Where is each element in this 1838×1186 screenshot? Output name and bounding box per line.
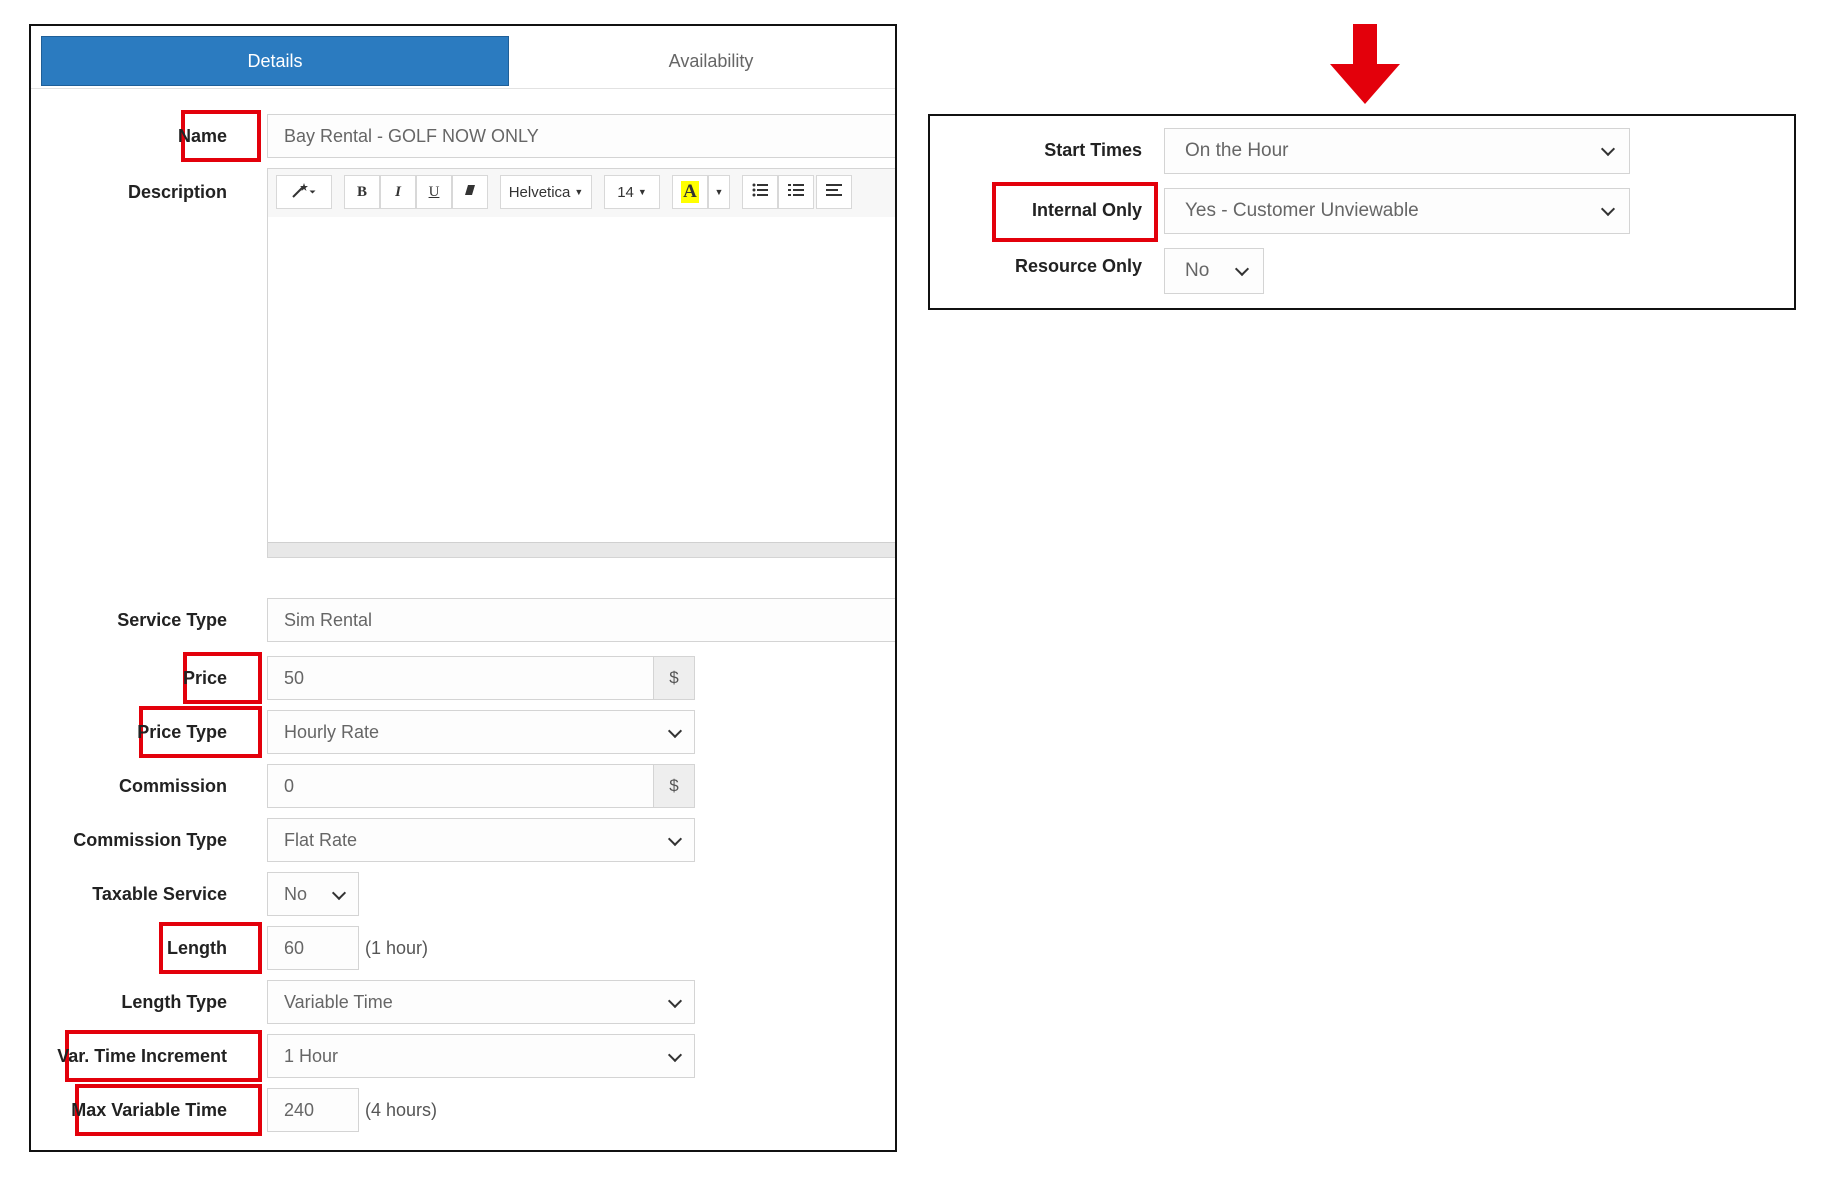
numbered-list-button[interactable]: [778, 175, 814, 209]
var-time-increment-select[interactable]: 1 Hour: [267, 1034, 695, 1078]
resource-only-label: Resource Only: [1014, 256, 1142, 276]
font-color-button[interactable]: A: [672, 175, 708, 209]
tab-details[interactable]: Details: [41, 36, 509, 86]
commission-input[interactable]: 0: [267, 764, 655, 808]
start-times-label: Start Times: [1044, 140, 1142, 160]
service-type-field[interactable]: Sim Rental: [267, 598, 895, 642]
description-editor: B I U Helvetica ▼ 14 ▼ A ▼: [267, 168, 895, 558]
var-time-increment-label: Var. Time Increment: [57, 1046, 227, 1066]
font-family-dropdown[interactable]: Helvetica ▼: [500, 175, 592, 209]
name-input[interactable]: Bay Rental - GOLF NOW ONLY: [267, 114, 895, 158]
align-icon: [826, 183, 842, 201]
commission-type-label: Commission Type: [73, 830, 227, 850]
taxable-service-label: Taxable Service: [92, 884, 227, 904]
magic-wand-icon: [291, 181, 317, 203]
price-label: Price: [182, 668, 227, 688]
caret-down-icon: ▼: [574, 187, 584, 197]
length-label: Length: [167, 938, 227, 958]
price-currency-addon: $: [653, 656, 695, 700]
length-note: (1 hour): [365, 938, 429, 958]
tab-availability[interactable]: Availability: [531, 36, 891, 86]
bullet-list-icon: [752, 183, 768, 201]
font-size-value: 14: [617, 183, 634, 201]
length-type-select[interactable]: Variable Time: [267, 980, 695, 1024]
name-label: Name: [177, 126, 227, 146]
clear-format-button[interactable]: [452, 175, 488, 209]
bullet-list-button[interactable]: [742, 175, 778, 209]
editor-resize-bar[interactable]: [268, 542, 895, 557]
commission-type-select[interactable]: Flat Rate: [267, 818, 695, 862]
font-size-dropdown[interactable]: 14 ▼: [604, 175, 660, 209]
down-arrow-icon: [1330, 24, 1400, 104]
max-variable-time-input[interactable]: 240: [267, 1088, 359, 1132]
price-type-select[interactable]: Hourly Rate: [267, 710, 695, 754]
font-color-letter: A: [681, 181, 699, 203]
start-times-select[interactable]: On the Hour: [1164, 128, 1630, 174]
price-type-label: Price Type: [137, 722, 227, 742]
price-input[interactable]: 50: [267, 656, 655, 700]
visibility-settings-panel: Start Times On the Hour Internal Only Ye…: [928, 114, 1796, 310]
align-button[interactable]: [816, 175, 852, 209]
underline-button[interactable]: U: [416, 175, 452, 209]
caret-down-icon: ▼: [637, 187, 647, 197]
service-details-panel: Details Availability Name Bay Rental - G…: [29, 24, 897, 1152]
font-color-dropdown[interactable]: ▼: [708, 175, 730, 209]
max-variable-time-label: Max Variable Time: [71, 1100, 227, 1120]
font-family-value: Helvetica: [508, 183, 571, 201]
service-type-label: Service Type: [117, 610, 227, 630]
internal-only-select[interactable]: Yes - Customer Unviewable: [1164, 188, 1630, 234]
italic-button[interactable]: I: [380, 175, 416, 209]
tab-bar: Details Availability: [31, 26, 895, 89]
length-type-label: Length Type: [121, 992, 227, 1012]
commission-label: Commission: [118, 776, 227, 796]
description-label: Description: [127, 182, 227, 202]
taxable-service-select[interactable]: No: [267, 872, 359, 916]
editor-toolbar: B I U Helvetica ▼ 14 ▼ A ▼: [268, 169, 895, 218]
description-textarea[interactable]: [268, 217, 895, 537]
numbered-list-icon: [788, 183, 804, 201]
max-variable-time-note: (4 hours): [365, 1100, 438, 1120]
resource-only-select[interactable]: No: [1164, 248, 1264, 294]
internal-only-label: Internal Only: [1031, 200, 1142, 220]
commission-currency-addon: $: [653, 764, 695, 808]
length-input[interactable]: 60: [267, 926, 359, 970]
style-button[interactable]: [276, 175, 332, 209]
eraser-icon: [463, 183, 477, 201]
bold-button[interactable]: B: [344, 175, 380, 209]
